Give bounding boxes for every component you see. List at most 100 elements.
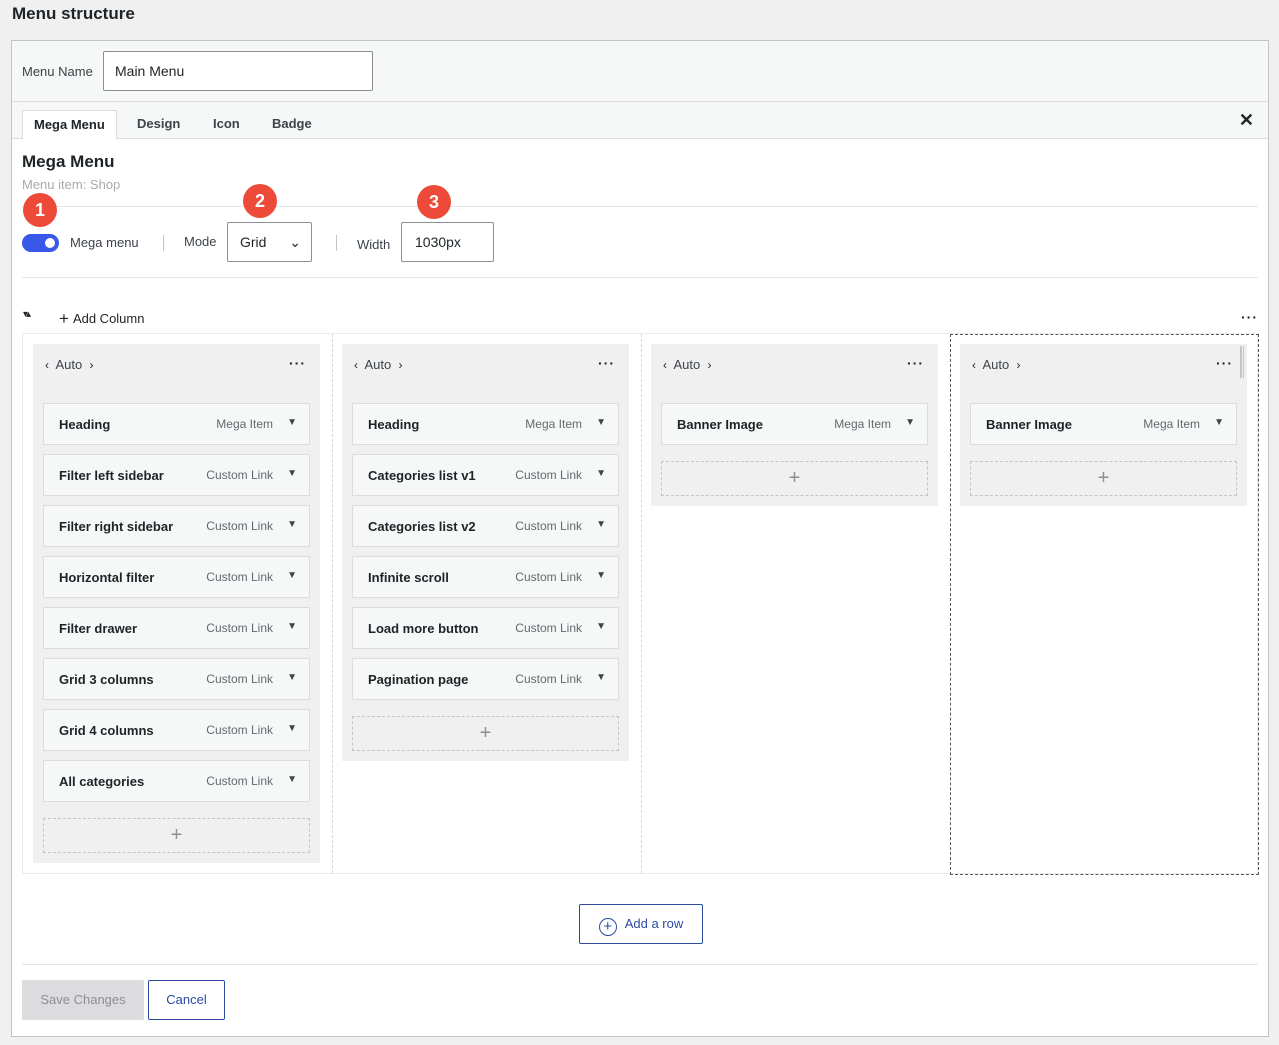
menu-item-type: Custom Link	[515, 621, 582, 635]
menu-item-type: Custom Link	[206, 519, 273, 533]
caret-down-icon[interactable]: ▼	[287, 519, 297, 530]
chevron-left-icon: ‹	[663, 358, 667, 372]
menu-item[interactable]: Heading Mega Item ▼	[352, 403, 619, 445]
column-header: ‹ Auto › ···	[342, 344, 629, 384]
caret-down-icon[interactable]: ▼	[287, 723, 297, 734]
tab-design[interactable]: Design	[126, 110, 191, 139]
marker-1: 1	[23, 193, 57, 227]
more-options-icon[interactable]: ···	[1241, 310, 1258, 324]
add-item-button[interactable]: +	[661, 461, 928, 496]
mega-menu-toggle[interactable]	[22, 234, 59, 252]
collapse-toggle-icon[interactable]: ▾▴	[23, 309, 31, 320]
column-width-control[interactable]: ‹ Auto ›	[45, 357, 94, 372]
menu-item[interactable]: Horizontal filter Custom Link ▼	[43, 556, 310, 598]
column-options-icon[interactable]: ···	[1216, 356, 1233, 370]
chevron-left-icon: ‹	[354, 358, 358, 372]
chevron-left-icon: ‹	[45, 358, 49, 372]
menu-item[interactable]: Banner Image Mega Item ▼	[661, 403, 928, 445]
add-item-button[interactable]: +	[352, 716, 619, 751]
tab-mega-menu[interactable]: Mega Menu	[22, 110, 117, 140]
toggle-knob	[45, 238, 55, 248]
caret-down-icon[interactable]: ▼	[905, 417, 915, 428]
menu-item-title: Heading	[368, 417, 420, 432]
menu-item-title: Categories list v1	[368, 468, 476, 483]
column-options-icon[interactable]: ···	[598, 356, 615, 370]
chevron-left-icon: ‹	[972, 358, 976, 372]
caret-down-icon[interactable]: ▼	[596, 621, 606, 632]
menu-item[interactable]: Pagination page Custom Link ▼	[352, 658, 619, 700]
mode-select[interactable]: Grid ⌄	[227, 222, 312, 262]
chevron-right-icon: ›	[89, 358, 94, 372]
plus-circle-icon: +	[598, 918, 617, 936]
menu-item-title: Banner Image	[677, 417, 763, 432]
column-separator	[332, 334, 333, 873]
menu-column[interactable]: ‹ Auto › ··· Heading Mega Item ▼ Categorie…	[342, 344, 629, 761]
column-options-icon[interactable]: ···	[907, 356, 924, 370]
caret-down-icon[interactable]: ▼	[287, 774, 297, 785]
column-width-control[interactable]: ‹ Auto ›	[663, 357, 712, 372]
caret-down-icon[interactable]: ▼	[596, 468, 606, 479]
menu-name-input[interactable]: Main Menu	[103, 51, 373, 91]
caret-down-icon[interactable]: ▼	[287, 417, 297, 428]
tab-icon[interactable]: Icon	[202, 110, 251, 139]
menu-editor: Menu Name Main Menu Mega Menu Design Ico…	[11, 40, 1269, 1037]
add-column-button[interactable]: + Add Column	[59, 309, 144, 329]
cancel-button[interactable]: Cancel	[148, 980, 225, 1020]
column-width-control[interactable]: ‹ Auto ›	[354, 357, 403, 372]
menu-column[interactable]: ‹ Auto › ··· Banner Image Mega Item ▼ +	[651, 344, 938, 506]
menu-item[interactable]: Filter right sidebar Custom Link ▼	[43, 505, 310, 547]
caret-down-icon[interactable]: ▼	[287, 468, 297, 479]
caret-down-icon[interactable]: ▼	[1214, 417, 1224, 428]
caret-down-icon[interactable]: ▼	[287, 621, 297, 632]
column-options-icon[interactable]: ···	[289, 356, 306, 370]
column-separator	[641, 334, 642, 873]
add-row-button[interactable]: + Add a row	[579, 904, 703, 944]
page-title: Menu structure	[12, 4, 135, 23]
menu-item[interactable]: Load more button Custom Link ▼	[352, 607, 619, 649]
menu-item-title: Categories list v2	[368, 519, 476, 534]
menu-item[interactable]: Grid 3 columns Custom Link ▼	[43, 658, 310, 700]
caret-down-icon[interactable]: ▼	[287, 570, 297, 581]
caret-down-icon[interactable]: ▼	[596, 519, 606, 530]
add-item-button[interactable]: +	[43, 818, 310, 853]
save-changes-button[interactable]: Save Changes	[22, 980, 144, 1020]
menu-item[interactable]: Infinite scroll Custom Link ▼	[352, 556, 619, 598]
close-icon[interactable]: ✕	[1239, 111, 1254, 129]
caret-down-icon[interactable]: ▼	[596, 672, 606, 683]
menu-column[interactable]: ‹ Auto › ··· Heading Mega Item ▼ Filter le…	[33, 344, 320, 863]
menu-item-type: Custom Link	[515, 468, 582, 482]
menu-item[interactable]: Grid 4 columns Custom Link ▼	[43, 709, 310, 751]
caret-down-icon[interactable]: ▼	[596, 570, 606, 581]
tab-badge[interactable]: Badge	[261, 110, 323, 139]
menu-item[interactable]: Filter left sidebar Custom Link ▼	[43, 454, 310, 496]
menu-item-title: Filter right sidebar	[59, 519, 174, 534]
column-width-label: Auto	[673, 357, 701, 372]
menu-column[interactable]: ‹ Auto › ··· Banner Image Mega Item ▼ +	[960, 344, 1247, 506]
menu-item-title: Banner Image	[986, 417, 1072, 432]
caret-down-icon[interactable]: ▼	[287, 672, 297, 683]
menu-item-type: Mega Item	[834, 417, 891, 431]
column-scrollbar[interactable]	[1240, 346, 1244, 378]
column-header: ‹ Auto › ···	[33, 344, 320, 384]
menu-item-type: Custom Link	[206, 672, 273, 686]
caret-down-icon[interactable]: ▼	[596, 417, 606, 428]
plus-icon: +	[479, 722, 492, 744]
menu-item[interactable]: Banner Image Mega Item ▼	[970, 403, 1237, 445]
menu-item-type: Custom Link	[515, 672, 582, 686]
chevron-right-icon: ›	[1016, 358, 1021, 372]
menu-item-title: Filter drawer	[59, 621, 138, 636]
menu-item[interactable]: All categories Custom Link ▼	[43, 760, 310, 802]
menu-name-label: Menu Name	[22, 64, 93, 79]
menu-item[interactable]: Categories list v2 Custom Link ▼	[352, 505, 619, 547]
add-item-button[interactable]: +	[970, 461, 1237, 496]
menu-item[interactable]: Categories list v1 Custom Link ▼	[352, 454, 619, 496]
column-width-control[interactable]: ‹ Auto ›	[972, 357, 1021, 372]
menu-item-type: Custom Link	[515, 570, 582, 584]
divider	[336, 235, 337, 251]
column-width-label: Auto	[982, 357, 1010, 372]
panel-title: Mega Menu	[22, 152, 115, 171]
menu-item[interactable]: Filter drawer Custom Link ▼	[43, 607, 310, 649]
menu-item[interactable]: Heading Mega Item ▼	[43, 403, 310, 445]
menu-item-type: Custom Link	[206, 468, 273, 482]
width-input[interactable]: 1030px	[401, 222, 494, 262]
